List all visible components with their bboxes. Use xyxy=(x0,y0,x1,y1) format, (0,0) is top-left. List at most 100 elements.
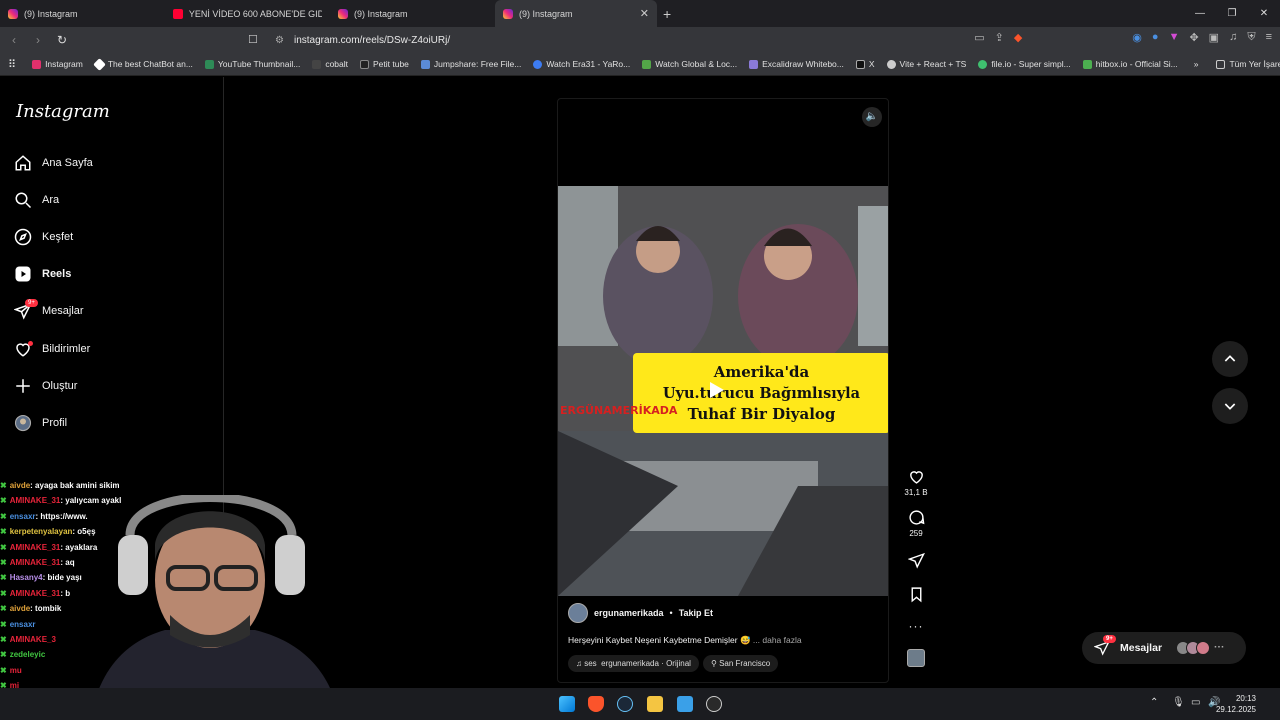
bookmark-item[interactable]: cobalt xyxy=(312,59,348,69)
browser-tab[interactable]: (9) Instagram xyxy=(0,0,165,27)
bookmark-item[interactable]: Jumpshare: Free File... xyxy=(420,59,521,69)
sidebar-item-create[interactable]: Oluştur xyxy=(14,374,77,398)
browser-tab-strip: (9) Instagram YENİ VİDEO 600 ABONE'DE GI… xyxy=(0,0,1280,27)
browser-toolbar-icons: ▭ ⇪ ◆ ◉ ● ▼ ✥ ▣ ♫ ⛨ ≡ xyxy=(974,31,1272,44)
network-icon[interactable]: ▭ xyxy=(1191,697,1200,708)
bookmark-item[interactable]: Excalidraw Whitebo... xyxy=(749,59,844,69)
reload-button[interactable]: ↻ xyxy=(52,33,72,47)
bookmark-label: YouTube Thumbnail... xyxy=(217,59,301,69)
follow-button[interactable]: Takip Et xyxy=(679,608,713,618)
forward-button[interactable]: › xyxy=(28,33,48,47)
sidebar-item-explore[interactable]: Keşfet xyxy=(14,225,73,249)
volume-icon[interactable]: 🔈 xyxy=(862,107,882,127)
comment-icon[interactable] xyxy=(908,509,925,526)
chat-username: ensaxr xyxy=(9,511,36,521)
music-icon[interactable]: ♫ xyxy=(1229,31,1237,44)
reel-video[interactable]: Amerika'da Uyu.turucu Bağımlısıyla Tuhaf… xyxy=(558,186,888,596)
file-explorer-icon[interactable] xyxy=(647,696,663,712)
audio-thumbnail[interactable] xyxy=(907,649,925,667)
bookmark-item[interactable]: hitbox.io - Official Si... xyxy=(1082,59,1178,69)
bookmark-item[interactable]: Instagram xyxy=(32,59,83,69)
reel-author: ergunamerikada • Takip Et xyxy=(568,599,880,627)
restore-button[interactable]: ❐ xyxy=(1216,0,1248,27)
sidebar-item-home[interactable]: Ana Sayfa xyxy=(14,151,93,175)
tray-chevron-icon[interactable]: ⌃ xyxy=(1150,697,1158,708)
vpn-icon[interactable]: ● xyxy=(1152,31,1159,44)
chevron-up-icon xyxy=(1224,355,1236,362)
new-tab-button[interactable]: + xyxy=(663,6,671,22)
separator: • xyxy=(669,608,673,618)
previous-reel-button[interactable] xyxy=(1212,341,1248,377)
share-paperplane-icon[interactable] xyxy=(907,552,925,569)
chat-username: AMINAKE_31 xyxy=(9,558,61,568)
apps-icon[interactable]: ⠿ xyxy=(8,58,16,71)
sidebar-item-profile[interactable]: Profil xyxy=(14,411,67,435)
chat-text: : tombik xyxy=(30,604,62,614)
browser-tab[interactable]: (9) Instagram xyxy=(330,0,495,27)
bookmark-item[interactable]: Vite + React + TS xyxy=(886,59,966,69)
cast-icon[interactable]: ▭ xyxy=(974,31,984,44)
browser-tab[interactable]: YENİ VİDEO 600 ABONE'DE GIDIKLA… xyxy=(165,0,330,27)
chat-badge-icon: ✖ xyxy=(0,542,7,552)
wallet-icon[interactable]: ◉ xyxy=(1132,31,1142,44)
messages-pill[interactable]: 9+ Mesajlar ··· xyxy=(1082,632,1246,664)
audio-chip[interactable]: ♫ ses ergunamerikada · Orijinal xyxy=(568,655,699,672)
close-window-button[interactable]: ✕ xyxy=(1248,0,1280,27)
bookmark-item[interactable]: The best ChatBot an... xyxy=(92,57,193,71)
author-avatar[interactable] xyxy=(568,603,588,623)
bookmark-item[interactable]: Petit tube xyxy=(360,59,409,69)
like-heart-icon[interactable] xyxy=(908,468,925,485)
chat-text: : ayaga bak amini sikim xyxy=(30,481,120,490)
tab-title: (9) Instagram xyxy=(519,8,573,19)
bookmark-item[interactable]: YouTube Thumbnail... xyxy=(204,59,301,69)
chat-username: AMINAKE_31 xyxy=(9,542,61,552)
home-icon xyxy=(15,155,31,171)
instagram-logo[interactable]: Instagram xyxy=(16,101,110,122)
site-info-icon[interactable]: ⚙ xyxy=(275,35,284,46)
sidebar-item-reels[interactable]: Reels xyxy=(14,262,71,286)
play-icon[interactable] xyxy=(710,382,724,398)
chat-username: aivde xyxy=(9,604,31,614)
sidebar-item-notifications[interactable]: Bildirimler xyxy=(14,337,90,361)
more-link[interactable]: ... daha fazla xyxy=(753,635,802,645)
save-bookmark-icon[interactable] xyxy=(908,586,925,603)
more-options-icon[interactable]: ··· xyxy=(903,619,929,633)
extensions-icon[interactable]: ✥ xyxy=(1189,31,1198,44)
reel-player[interactable]: 🔈 Amerika'da Uyu.turucu Bağımlısıyla Tuh… xyxy=(557,98,889,683)
close-tab-icon[interactable]: ✕ xyxy=(640,7,649,20)
microphone-icon[interactable]: 🎙 xyxy=(1172,697,1185,708)
windows-start-icon[interactable] xyxy=(559,696,575,712)
comment-count: 259 xyxy=(909,529,923,538)
bookmarks-overflow-button[interactable]: » xyxy=(1194,59,1199,69)
bookmark-item[interactable]: file.io - Super simpl... xyxy=(978,59,1071,69)
video-title-banner: Amerika'da Uyu.turucu Bağımlısıyla Tuhaf… xyxy=(633,353,888,433)
menu-icon[interactable]: ≡ xyxy=(1266,31,1272,44)
control-panel-icon[interactable] xyxy=(677,696,693,712)
minimize-button[interactable]: — xyxy=(1184,0,1216,27)
browser-tab-active[interactable]: (9) Instagram ✕ xyxy=(495,0,657,27)
bookmark-item[interactable]: Watch Global & Loc... xyxy=(642,59,737,69)
banner-line: Uyu.turucu Bağımlısıyla xyxy=(662,385,861,402)
next-reel-button[interactable] xyxy=(1212,388,1248,424)
share-icon[interactable]: ⇪ xyxy=(995,31,1004,44)
back-button[interactable]: ‹ xyxy=(4,33,24,47)
sidebar-icon[interactable]: ▣ xyxy=(1209,31,1219,44)
author-username[interactable]: ergunamerikada xyxy=(594,608,664,618)
location-chip[interactable]: ⚲ San Francisco xyxy=(702,655,779,672)
obs-icon[interactable] xyxy=(706,696,722,712)
extension-icon[interactable]: ▼ xyxy=(1169,31,1180,44)
steam-icon[interactable] xyxy=(617,696,633,712)
shield-icon[interactable]: ⛨ xyxy=(1247,31,1255,44)
brave-shield-icon[interactable]: ◆ xyxy=(1014,31,1022,44)
bookmark-icon[interactable]: ☐ xyxy=(248,33,258,46)
instagram-icon xyxy=(8,8,18,19)
bookmark-item[interactable]: X xyxy=(855,59,875,69)
sidebar-item-messages[interactable]: 9+ Mesajlar xyxy=(13,299,84,323)
system-clock[interactable]: 20:13 29.12.2025 xyxy=(1216,693,1256,715)
brave-browser-icon[interactable] xyxy=(588,696,604,712)
bookmark-label: The best ChatBot an... xyxy=(107,59,193,69)
all-bookmarks-button[interactable]: Tüm Yer İşaretleri xyxy=(1216,59,1280,69)
sidebar-item-search[interactable]: Ara xyxy=(14,188,59,212)
bookmark-item[interactable]: Watch Era31 - YaRo... xyxy=(533,59,630,69)
url-field[interactable]: ⚙ instagram.com/reels/DSw-Z4oiURj/ xyxy=(275,27,450,53)
